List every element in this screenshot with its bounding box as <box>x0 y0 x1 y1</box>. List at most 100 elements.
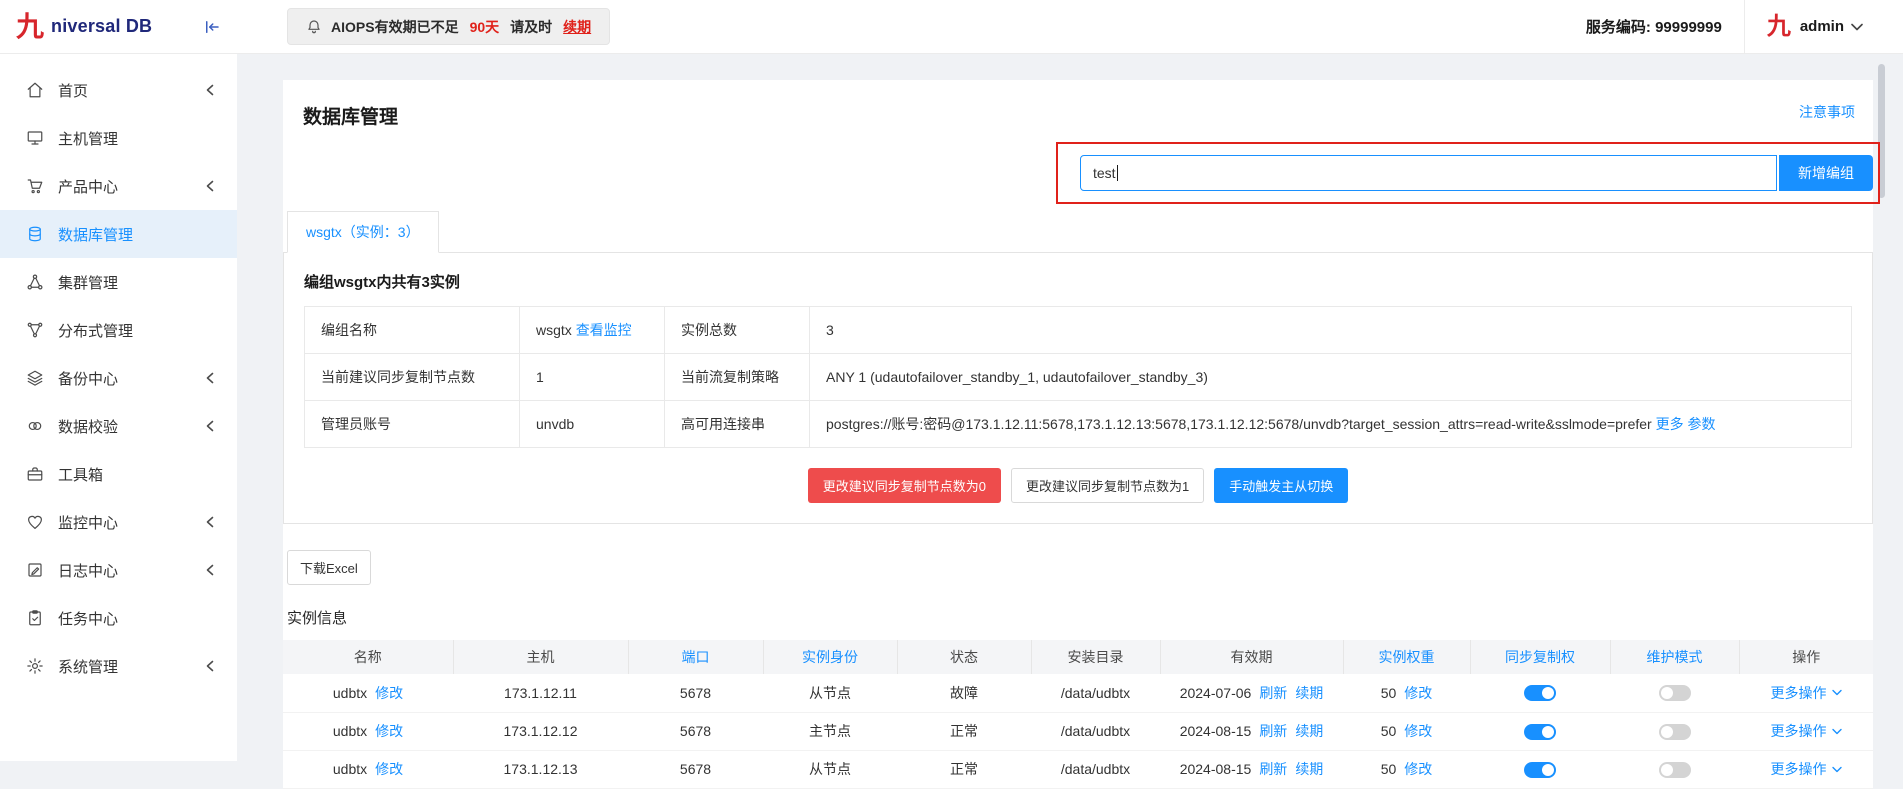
sidebar-item-database-management[interactable]: 数据库管理 <box>0 210 237 258</box>
more-operations-dropdown[interactable]: 更多操作 <box>1771 721 1842 741</box>
refresh-link[interactable]: 刷新 <box>1259 685 1287 701</box>
maintenance-mode-toggle[interactable] <box>1658 723 1691 740</box>
download-excel-button[interactable]: 下载Excel <box>287 550 371 585</box>
user-avatar-logo-icon: 九 <box>1766 12 1791 40</box>
chevron-down-icon <box>1831 766 1842 772</box>
more-operations-dropdown[interactable]: 更多操作 <box>1771 759 1842 779</box>
chevron-left-icon <box>201 84 219 96</box>
main-content: 数据库管理 注意事项 test 新增编组 wsgtx（实例：3） 编组wsgtx… <box>237 54 1903 789</box>
edit-weight-link[interactable]: 修改 <box>1404 761 1432 777</box>
edit-weight-link[interactable]: 修改 <box>1404 685 1432 701</box>
weight-cell: 50 修改 <box>1343 750 1470 789</box>
renew-link[interactable]: 续期 <box>1295 723 1323 739</box>
vertical-scrollbar-thumb[interactable] <box>1878 64 1885 198</box>
service-code: 服务编码: 99999999 <box>1585 19 1722 36</box>
manual-failover-button[interactable]: 手动触发主从切换 <box>1214 468 1349 503</box>
group-detail-panel: 编组wsgtx内共有3实例 编组名称 wsgtx 查看监控 实例总数 3 当前建… <box>283 252 1873 524</box>
sidebar-item-toolbox[interactable]: 工具箱 <box>0 450 237 498</box>
refresh-link[interactable]: 刷新 <box>1259 761 1287 777</box>
alert-days-remaining: 90天 <box>469 18 500 35</box>
cluster-icon <box>27 274 43 290</box>
host-cell: 173.1.12.12 <box>453 712 628 751</box>
sidebar-item-log-center[interactable]: 日志中心 <box>0 546 237 594</box>
name-cell: udbtx 修改 <box>283 712 453 751</box>
notice-link[interactable]: 注意事项 <box>1799 102 1855 122</box>
sync-replication-cell <box>1470 750 1610 789</box>
sync-replication-toggle[interactable] <box>1524 761 1556 778</box>
license-alert-banner: AIOPS有效期已不足 90天 请及时 续期 <box>287 8 611 45</box>
group-name-input[interactable]: test <box>1080 155 1777 191</box>
distributed-icon <box>27 322 43 338</box>
info-row: 当前建议同步复制节点数 1 当前流复制策略 ANY 1 (udautofailo… <box>304 353 1852 401</box>
sidebar-item-backup-center[interactable]: 备份中心 <box>0 354 237 402</box>
info-value-instance-count: 3 <box>809 306 1852 354</box>
sidebar-item-monitoring-center[interactable]: 监控中心 <box>0 498 237 546</box>
sync-replication-toggle[interactable] <box>1524 723 1556 740</box>
params-link[interactable]: 参数 <box>1688 416 1716 432</box>
info-label-instance-count: 实例总数 <box>664 306 810 354</box>
maintenance-mode-toggle[interactable] <box>1658 761 1691 778</box>
header-expiry: 有效期 <box>1160 640 1344 674</box>
renew-link[interactable]: 续期 <box>563 17 591 37</box>
database-management-card: 数据库管理 注意事项 test 新增编组 wsgtx（实例：3） 编组wsgtx… <box>283 80 1880 789</box>
sidebar-item-distributed-management[interactable]: 分布式管理 <box>0 306 237 354</box>
maintenance-cell <box>1610 712 1739 751</box>
status-cell: 正常 <box>897 750 1031 789</box>
instance-row: udbtx 修改 173.1.12.11 5678 从节点 故障 /data/ud… <box>283 674 1873 713</box>
view-monitor-link[interactable]: 查看监控 <box>576 322 632 338</box>
name-cell: udbtx 修改 <box>283 674 453 713</box>
group-panel-title: 编组wsgtx内共有3实例 <box>304 274 460 291</box>
group-name-value: wsgtx <box>536 322 572 338</box>
edit-name-link[interactable]: 修改 <box>375 761 403 777</box>
header-port[interactable]: 端口 <box>628 640 764 674</box>
expiry-cell: 2024-08-15 刷新 续期 <box>1160 712 1343 751</box>
more-operations-dropdown[interactable]: 更多操作 <box>1771 683 1842 703</box>
instances-section-title: 实例信息 <box>287 610 348 627</box>
bell-icon <box>306 19 322 35</box>
edit-weight-link[interactable]: 修改 <box>1404 723 1432 739</box>
install-dir-cell: /data/udbtx <box>1031 712 1160 751</box>
header-role[interactable]: 实例身份 <box>763 640 898 674</box>
sidebar-item-cluster-management[interactable]: 集群管理 <box>0 258 237 306</box>
layers-icon <box>27 370 43 386</box>
port-cell: 5678 <box>628 674 763 713</box>
info-label-ha-connection: 高可用连接串 <box>664 400 810 448</box>
sidebar-item-label: 产品中心 <box>58 178 119 196</box>
more-link[interactable]: 更多 <box>1656 416 1684 432</box>
sidebar-item-host-management[interactable]: 主机管理 <box>0 114 237 162</box>
header-sync-replication[interactable]: 同步复制权 <box>1470 640 1611 674</box>
compare-circles-icon <box>28 421 42 431</box>
weight-value: 50 <box>1380 761 1397 777</box>
sidebar-item-product-center[interactable]: 产品中心 <box>0 162 237 210</box>
edit-name-link[interactable]: 修改 <box>375 723 403 739</box>
sidebar-item-data-validation[interactable]: 数据校验 <box>0 402 237 450</box>
edit-name-link[interactable]: 修改 <box>375 685 403 701</box>
renew-link[interactable]: 续期 <box>1295 685 1323 701</box>
set-sync-nodes-zero-button[interactable]: 更改建议同步复制节点数为0 <box>807 468 1001 503</box>
user-menu-chevron-down-icon[interactable] <box>1851 23 1863 31</box>
text-cursor <box>1116 165 1118 181</box>
header-weight[interactable]: 实例权重 <box>1343 640 1471 674</box>
set-sync-nodes-one-button[interactable]: 更改建议同步复制节点数为1 <box>1010 468 1205 503</box>
sidebar-item-label: 工具箱 <box>58 466 104 484</box>
sync-replication-cell <box>1470 674 1610 713</box>
sidebar-item-task-center[interactable]: 任务中心 <box>0 594 237 642</box>
tab-wsgtx-group[interactable]: wsgtx（实例：3） <box>287 211 439 253</box>
sidebar-item-home[interactable]: 首页 <box>0 66 237 114</box>
sidebar-collapse-icon[interactable] <box>203 18 221 36</box>
alert-text-prefix: AIOPS有效期已不足 <box>331 18 459 35</box>
renew-link[interactable]: 续期 <box>1295 761 1323 777</box>
instance-row: udbtx 修改 173.1.12.12 5678 主节点 正常 /data/ud… <box>283 712 1873 751</box>
chevron-left-icon <box>201 420 219 432</box>
add-group-button[interactable]: 新增编组 <box>1779 155 1873 191</box>
maintenance-mode-toggle[interactable] <box>1658 685 1691 702</box>
chevron-left-icon <box>201 660 219 672</box>
sidebar-item-system-management[interactable]: 系统管理 <box>0 642 237 690</box>
sync-replication-toggle[interactable] <box>1524 685 1556 702</box>
group-name-input-value: test <box>1093 165 1116 181</box>
header-maintenance-mode[interactable]: 维护模式 <box>1610 640 1740 674</box>
more-operations-label: 更多操作 <box>1770 723 1827 739</box>
refresh-link[interactable]: 刷新 <box>1259 723 1287 739</box>
sidebar-item-label: 数据库管理 <box>58 226 134 244</box>
topbar-divider <box>1743 0 1745 53</box>
